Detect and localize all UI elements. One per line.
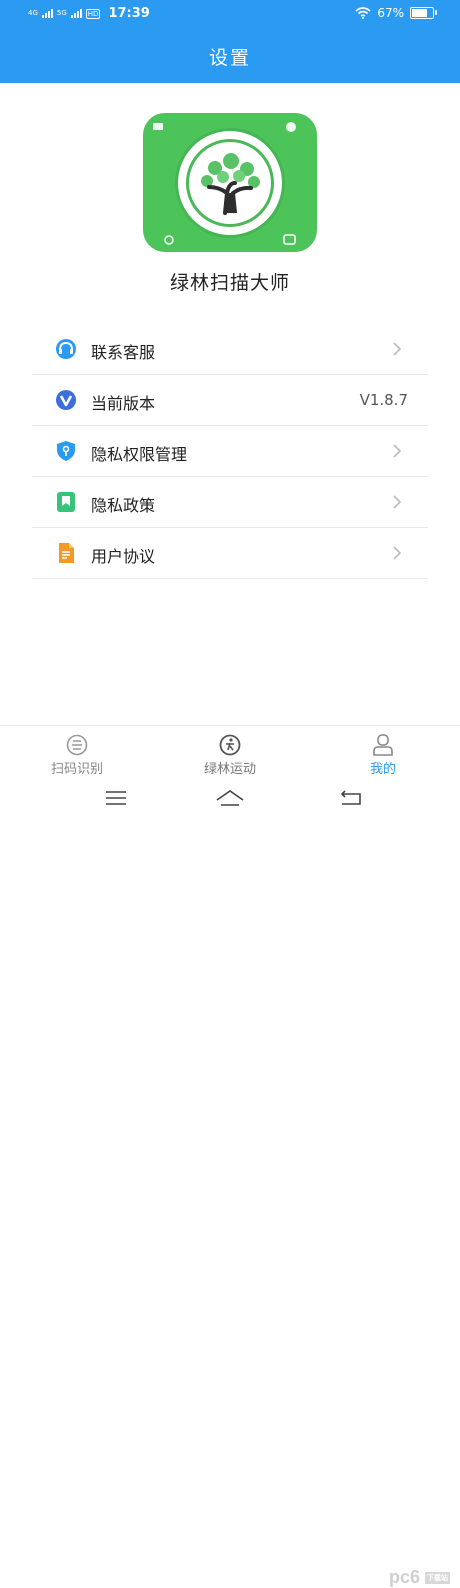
back-icon[interactable] <box>338 788 364 808</box>
chevron-right-icon <box>393 342 402 356</box>
tree-logo-icon <box>153 122 296 245</box>
document-icon <box>59 543 74 563</box>
signal-icon <box>41 9 53 18</box>
wifi-icon <box>355 7 371 19</box>
bookmark-icon <box>57 492 75 512</box>
signal-icon-2 <box>70 9 82 18</box>
shield-icon <box>57 441 75 461</box>
tab-label: 扫码识别 <box>50 762 103 777</box>
system-nav-bar: pc6 下载站 <box>0 780 460 1587</box>
app-logo <box>143 113 317 252</box>
tab-label: 绿林运动 <box>203 762 256 777</box>
headset-icon <box>56 339 76 359</box>
watermark: pc6 下载站 <box>389 1567 450 1588</box>
bottom-tab-bar: 扫码识别 绿林运动 我的 <box>0 725 460 781</box>
home-icon[interactable] <box>215 788 245 808</box>
chevron-right-icon <box>393 444 402 458</box>
battery-icon <box>410 7 437 19</box>
watermark-text: pc6 <box>388 1567 420 1587</box>
settings-menu: 联系客服 当前版本 V1.8.7 隐私权限管理 隐私政策 用户协议 <box>32 324 428 579</box>
tab-sport[interactable]: 绿林运动 <box>170 726 290 781</box>
menu-item-label: 联系客服 <box>91 343 156 362</box>
menu-item-label: 隐私政策 <box>91 496 156 515</box>
menu-icon[interactable] <box>104 790 128 806</box>
menu-item-current-version[interactable]: 当前版本 V1.8.7 <box>32 375 428 426</box>
scan-icon <box>66 734 88 756</box>
menu-item-privacy-permissions[interactable]: 隐私权限管理 <box>32 426 428 477</box>
menu-item-label: 用户协议 <box>91 547 156 566</box>
tab-mine[interactable]: 我的 <box>323 726 443 781</box>
version-value: V1.8.7 <box>359 391 408 409</box>
menu-item-label: 当前版本 <box>91 394 156 413</box>
app-name: 绿林扫描大师 <box>169 272 290 294</box>
menu-item-label: 隐私权限管理 <box>91 445 188 464</box>
vivo-v-icon <box>56 390 76 410</box>
header-bar: 4G 5G HD 17:39 67% 设置 <box>0 0 460 83</box>
battery-percent: 67% <box>377 6 404 20</box>
clock: 17:39 <box>108 6 150 21</box>
network-5g-label: 5G <box>56 9 67 17</box>
menu-item-contact-support[interactable]: 联系客服 <box>32 324 428 375</box>
profile-icon <box>373 734 393 756</box>
sport-icon <box>219 734 241 756</box>
page-title: 设置 <box>208 47 251 69</box>
hd-badge: HD <box>85 8 101 19</box>
chevron-right-icon <box>393 546 402 560</box>
tab-label: 我的 <box>369 762 396 777</box>
status-bar: 4G 5G HD 17:39 67% <box>0 0 460 28</box>
watermark-sub: 下载站 <box>425 1572 450 1585</box>
menu-item-user-agreement[interactable]: 用户协议 <box>32 528 428 579</box>
menu-item-privacy-policy[interactable]: 隐私政策 <box>32 477 428 528</box>
network-4g-label: 4G <box>28 9 38 17</box>
tab-scan[interactable]: 扫码识别 <box>17 726 137 781</box>
chevron-right-icon <box>393 495 402 509</box>
battery-fill <box>412 9 427 17</box>
